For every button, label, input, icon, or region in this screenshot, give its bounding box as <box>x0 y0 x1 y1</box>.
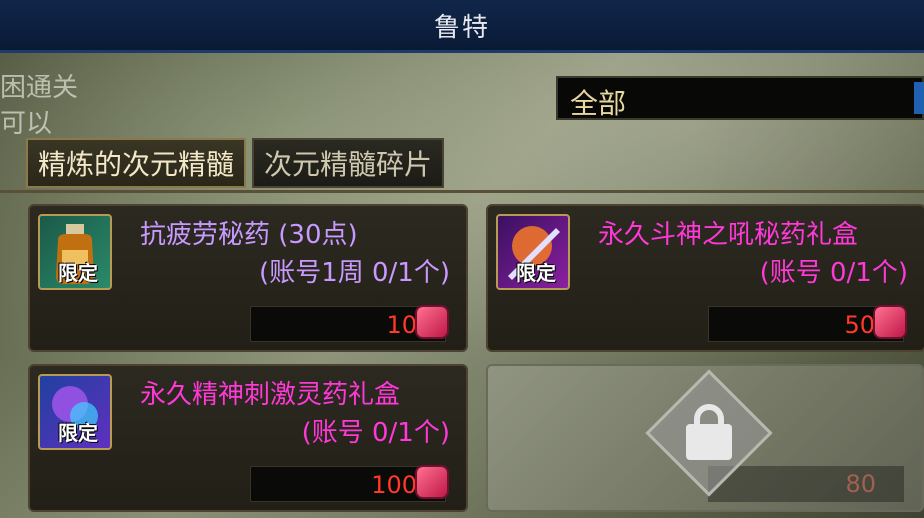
limited-badge: 限定 <box>58 421 98 445</box>
currency-icon <box>415 305 449 339</box>
price-bar: 10 <box>250 305 449 342</box>
background-fragment-line: 可以 <box>0 109 53 139</box>
limited-badge: 限定 <box>516 261 556 285</box>
window-title: 鲁特 <box>433 12 490 43</box>
sword-box-icon: 限定 <box>496 214 570 290</box>
item-price: 50 <box>844 311 875 339</box>
currency-icon <box>415 465 449 499</box>
background-fragment-line: 困通关 <box>0 73 79 103</box>
price-bar: 50 <box>708 305 907 342</box>
filter-selected-value: 全部 <box>570 87 627 120</box>
tab-label: 精炼的次元精髓 <box>38 148 235 181</box>
title-bar: 鲁特 <box>0 0 924 53</box>
price-bar: 100 <box>250 465 449 502</box>
tab-essence-fragment[interactable]: 次元精髓碎片 <box>252 138 445 188</box>
item-limit: (账号 0/1个) <box>759 258 908 288</box>
shop-item-card[interactable]: 限定 抗疲劳秘药 (30点) (账号1周 0/1个) 10 <box>28 204 468 352</box>
item-name: 永久斗神之吼秘药礼盒 <box>598 220 859 250</box>
potion-bottle-icon: 限定 <box>38 214 112 290</box>
item-price: 10 <box>386 311 417 339</box>
item-name: 永久精神刺激灵药礼盒 <box>140 380 401 410</box>
shop-item-card[interactable]: 限定 永久精神刺激灵药礼盒 (账号 0/1个) 100 <box>28 364 468 512</box>
price-bar: 80 <box>708 466 904 502</box>
spirit-box-icon: 限定 <box>38 374 112 450</box>
category-filter-dropdown[interactable]: 全部 <box>556 76 924 120</box>
tab-refined-essence[interactable]: 精炼的次元精髓 <box>26 138 247 188</box>
item-limit: (账号 0/1个) <box>301 418 450 448</box>
divider <box>0 190 924 193</box>
limited-badge: 限定 <box>58 261 98 285</box>
lock-body <box>686 424 732 460</box>
tab-bar: 精炼的次元精髓 次元精髓碎片 <box>26 138 445 190</box>
item-price: 80 <box>845 470 876 498</box>
shop-item-card[interactable]: 限定 永久斗神之吼秘药礼盒 (账号 0/1个) 50 <box>486 204 924 352</box>
item-name: 抗疲劳秘药 (30点) <box>140 220 358 250</box>
item-limit: (账号1周 0/1个) <box>259 258 450 288</box>
currency-icon <box>873 305 907 339</box>
tab-label: 次元精髓碎片 <box>264 148 433 181</box>
item-price: 100 <box>371 471 417 499</box>
dropdown-arrow[interactable] <box>914 82 924 114</box>
